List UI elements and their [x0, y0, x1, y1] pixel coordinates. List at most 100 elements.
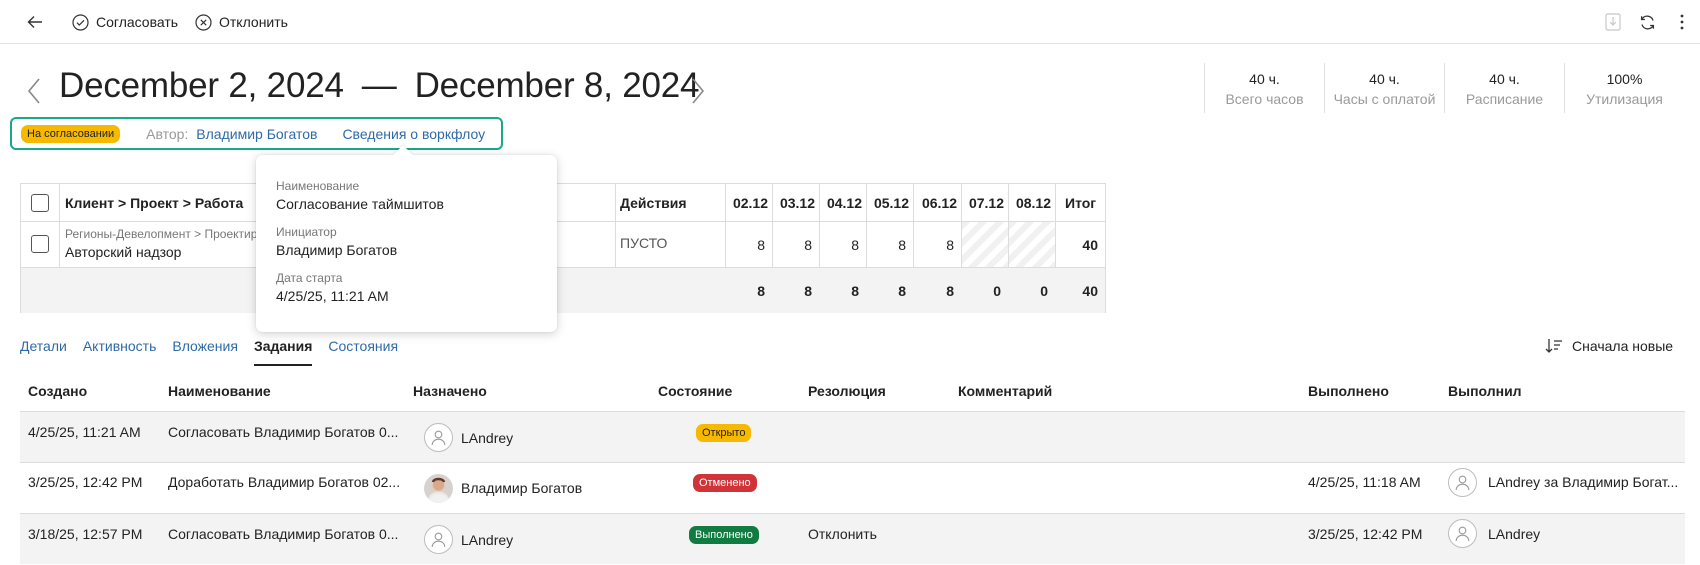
grand-total: 40 [1082, 282, 1098, 299]
stat-schedule: 40 ч. Расписание [1444, 63, 1564, 113]
task-name[interactable]: Согласовать Владимир Богатов 0... [168, 526, 400, 542]
column-project: Клиент > Проект > Работа [65, 195, 244, 211]
tab-activity[interactable]: Активность [83, 338, 157, 366]
download-button[interactable] [1601, 10, 1625, 34]
stat-label: Часы с оплатой [1333, 91, 1436, 107]
avatar [1448, 519, 1477, 548]
day-total: 8 [804, 282, 812, 299]
hours-cell[interactable]: 8 [913, 222, 954, 268]
col-name[interactable]: Наименование [168, 383, 271, 399]
column-day: 07.12 [968, 195, 1004, 211]
tooltip-start-label: Дата старта [276, 271, 343, 285]
detail-tabs: Детали Активность Вложения Задания Состо… [20, 338, 414, 366]
task-name[interactable]: Доработать Владимир Богатов 02... [168, 474, 400, 490]
stat-label: Расписание [1465, 91, 1544, 107]
avatar [424, 423, 453, 452]
task-assignee: LAndrey [461, 430, 514, 446]
date-separator: — [361, 66, 397, 105]
task-row[interactable]: 3/25/25, 12:42 PM Доработать Владимир Бо… [20, 462, 1685, 513]
tab-states[interactable]: Состояния [328, 338, 398, 366]
tab-details[interactable]: Детали [20, 338, 67, 366]
sort-icon [1545, 339, 1562, 353]
col-completed-by[interactable]: Выполнил [1448, 383, 1522, 399]
day-total: 8 [757, 282, 765, 299]
column-day: 02.12 [732, 195, 768, 211]
timesheet-grid: Клиент > Проект > Работа Действия 02.12 … [20, 183, 1106, 313]
day-total: 8 [946, 282, 954, 299]
approve-label: Согласовать [96, 14, 179, 30]
download-icon [1605, 13, 1621, 31]
col-assigned[interactable]: Назначено [413, 383, 487, 399]
day-total: 8 [851, 282, 859, 299]
more-button[interactable] [1670, 10, 1694, 34]
stat-total-hours: 40 ч. Всего часов [1204, 63, 1324, 113]
task-created: 3/18/25, 12:57 PM [28, 526, 143, 542]
column-day: 08.12 [1015, 195, 1051, 211]
workflow-tooltip: Наименование Согласование таймшитов Иниц… [256, 145, 557, 332]
hours-cell[interactable]: 8 [772, 222, 812, 268]
cancel-circle-icon [195, 13, 212, 31]
task-state-badge: Открыто [696, 424, 752, 442]
hours-cell[interactable]: 8 [866, 222, 906, 268]
prev-week-button[interactable] [24, 68, 44, 114]
task-row[interactable]: 4/25/25, 11:21 AM Согласовать Владимир Б… [20, 411, 1685, 462]
row-total: 40 [1082, 237, 1098, 253]
stat-utilization: 100% Утилизация [1564, 63, 1684, 113]
column-total: Итог [1065, 195, 1097, 211]
next-week-button[interactable] [688, 68, 708, 114]
task-row[interactable]: 3/18/25, 12:57 PM Согласовать Владимир Б… [20, 513, 1685, 564]
stat-value: 100% [1606, 71, 1643, 87]
weekend-cell [962, 222, 1008, 267]
reject-button[interactable]: Отклонить [195, 10, 288, 34]
tooltip-initiator-label: Инициатор [276, 225, 337, 239]
refresh-icon [1640, 15, 1654, 29]
task-completed: 4/25/25, 11:18 AM [1308, 474, 1421, 490]
hours-cell[interactable]: 8 [819, 222, 859, 268]
stat-billable-hours: 40 ч. Часы с оплатой [1324, 63, 1444, 113]
approve-button[interactable]: Согласовать [72, 10, 178, 34]
select-all-checkbox[interactable] [31, 194, 49, 212]
task-completed-by: LAndrey [1488, 526, 1541, 542]
col-state[interactable]: Состояние [658, 383, 732, 399]
col-created[interactable]: Создано [28, 383, 87, 399]
more-vertical-icon [1680, 14, 1684, 30]
col-comment[interactable]: Комментарий [958, 383, 1052, 399]
refresh-button[interactable] [1635, 10, 1659, 34]
tab-tasks[interactable]: Задания [253, 338, 313, 366]
stat-value: 40 ч. [1489, 71, 1520, 87]
tooltip-name-value: Согласование таймшитов [276, 196, 444, 212]
task-created: 4/25/25, 11:21 AM [28, 424, 141, 440]
work-name[interactable]: Авторский надзор [65, 244, 181, 260]
column-actions: Действия [620, 195, 687, 211]
grid-header-row: Клиент > Проект > Работа Действия 02.12 … [21, 184, 1105, 222]
column-day: 04.12 [826, 195, 862, 211]
approval-status-bar: На согласовании Автор: Владимир Богатов … [10, 117, 503, 150]
task-name[interactable]: Согласовать Владимир Богатов 0... [168, 424, 400, 440]
workflow-details-link[interactable]: Сведения о воркфлоу [342, 126, 485, 142]
day-total: 0 [993, 282, 1001, 299]
chevron-right-icon [692, 78, 705, 104]
user-icon [1455, 475, 1470, 491]
back-button[interactable] [22, 9, 48, 35]
reject-label: Отклонить [219, 14, 288, 30]
col-resolution[interactable]: Резолюция [808, 383, 886, 399]
tab-attachments[interactable]: Вложения [172, 338, 238, 366]
sort-button[interactable]: Сначала новые [1545, 338, 1673, 354]
author-link[interactable]: Владимир Богатов [196, 126, 317, 142]
stat-label: Всего часов [1225, 91, 1304, 107]
task-assignee: Владимир Богатов [461, 480, 583, 496]
sort-label: Сначала новые [1572, 338, 1674, 354]
col-completed[interactable]: Выполнено [1308, 383, 1389, 399]
column-day: 05.12 [873, 195, 909, 211]
column-day: 03.12 [779, 195, 815, 211]
hours-cell[interactable]: 8 [725, 222, 765, 268]
totals-row: 8 8 8 8 8 0 0 40 [21, 268, 1105, 313]
tasks-table-header: Создано Наименование Назначено Состояние… [20, 383, 1685, 411]
user-icon [1455, 526, 1470, 542]
avatar [1448, 468, 1477, 497]
task-state-badge: Отменено [693, 474, 757, 492]
arrow-left-icon [27, 16, 42, 28]
row-checkbox[interactable] [31, 235, 49, 253]
task-resolution: Отклонить [808, 526, 877, 542]
row-action[interactable]: ПУСТО [620, 235, 667, 251]
